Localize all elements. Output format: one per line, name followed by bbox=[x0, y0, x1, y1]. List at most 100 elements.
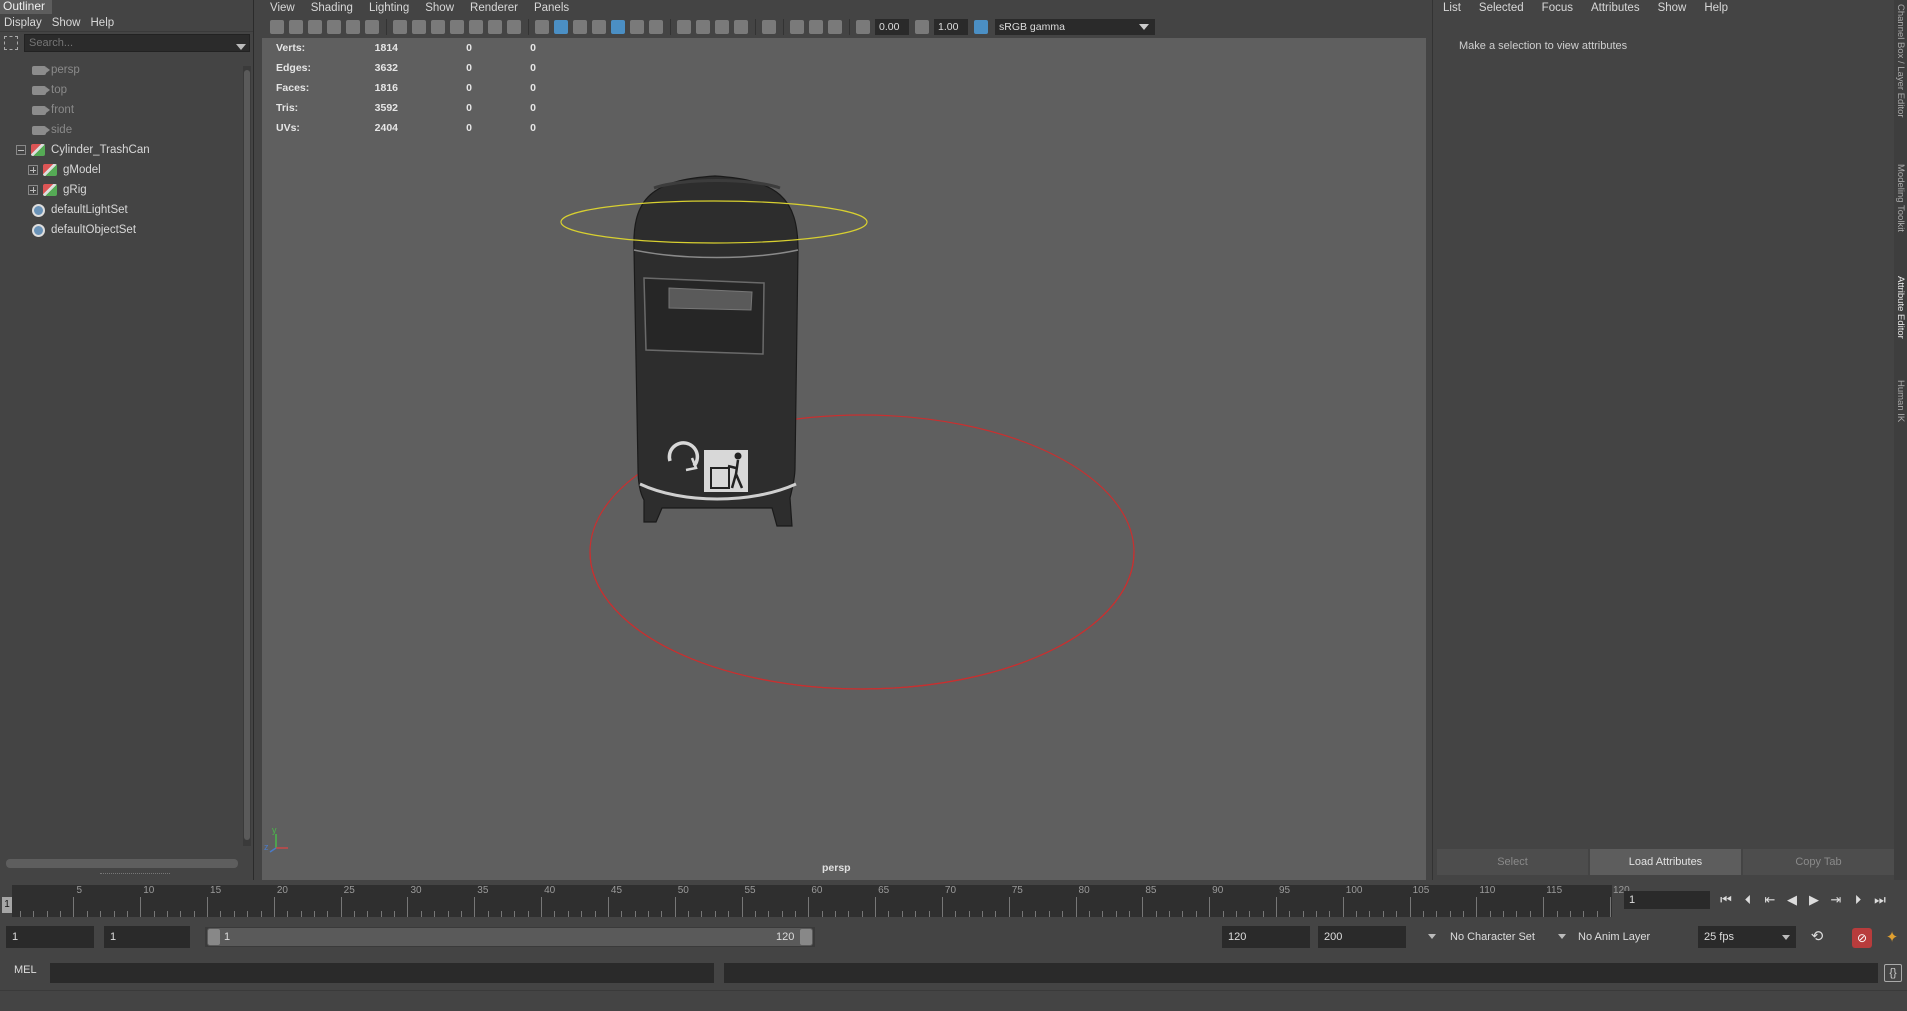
range-slider-fill[interactable] bbox=[207, 928, 813, 946]
step-back-frame-icon[interactable]: ⏴ bbox=[1740, 891, 1756, 909]
viewport-menu-shading[interactable]: Shading bbox=[303, 2, 361, 14]
ambient-occlusion-icon[interactable] bbox=[677, 20, 691, 34]
step-forward-frame-icon[interactable]: ⏵ bbox=[1850, 891, 1866, 909]
expand-icon[interactable] bbox=[28, 165, 38, 175]
outliner-search-input[interactable] bbox=[24, 34, 250, 52]
color-management-icon[interactable] bbox=[974, 20, 988, 34]
range-start-handle[interactable] bbox=[208, 929, 220, 945]
default-material-icon[interactable] bbox=[573, 20, 587, 34]
outliner-horizontal-scrollbar[interactable] bbox=[6, 859, 238, 868]
outliner-item-grig[interactable]: gRig bbox=[0, 180, 248, 200]
ae-menu-help[interactable]: Help bbox=[1694, 2, 1736, 14]
current-frame-marker[interactable]: 1 bbox=[2, 897, 12, 913]
playback-start-field[interactable]: 1 bbox=[104, 926, 190, 948]
viewport-menu-renderer[interactable]: Renderer bbox=[462, 2, 526, 14]
copy-tab-button[interactable]: Copy Tab bbox=[1743, 849, 1894, 875]
anim-layer-dropdown[interactable]: No Anim Layer bbox=[1572, 926, 1682, 948]
step-back-key-icon[interactable]: ⇤ bbox=[1762, 891, 1778, 909]
xray-icon[interactable] bbox=[790, 20, 804, 34]
tab-modeling-toolkit[interactable]: Modeling Toolkit bbox=[1894, 164, 1907, 232]
step-forward-key-icon[interactable]: ⇥ bbox=[1828, 891, 1844, 909]
image-plane-icon[interactable] bbox=[327, 20, 341, 34]
wireframe-on-shaded-icon[interactable] bbox=[592, 20, 606, 34]
mel-toggle-label[interactable]: MEL bbox=[14, 964, 37, 976]
viewport-menu-view[interactable]: View bbox=[262, 2, 303, 14]
outliner-item-top[interactable]: top bbox=[0, 80, 248, 100]
go-to-start-icon[interactable]: ⏮ bbox=[1718, 891, 1734, 909]
motion-blur-icon[interactable] bbox=[696, 20, 710, 34]
outliner-vertical-scroll-thumb[interactable] bbox=[244, 70, 250, 840]
safe-action-icon[interactable] bbox=[488, 20, 502, 34]
xray-active-components-icon[interactable] bbox=[809, 20, 823, 34]
filter-icon[interactable] bbox=[4, 36, 18, 50]
collapse-icon[interactable] bbox=[16, 145, 26, 155]
chevron-down-icon[interactable] bbox=[1428, 934, 1436, 939]
outliner-title[interactable]: Outliner bbox=[0, 0, 52, 14]
search-dropdown-icon[interactable] bbox=[236, 44, 246, 50]
exposure-icon[interactable] bbox=[856, 20, 870, 34]
outliner-menu-help[interactable]: Help bbox=[87, 17, 121, 29]
viewport-menu-lighting[interactable]: Lighting bbox=[361, 2, 417, 14]
gamma-icon[interactable] bbox=[915, 20, 929, 34]
outliner-item-gmodel[interactable]: gModel bbox=[0, 160, 248, 180]
ae-menu-show[interactable]: Show bbox=[1648, 2, 1695, 14]
bookmark-icon[interactable] bbox=[308, 20, 322, 34]
resolution-gate-icon[interactable] bbox=[431, 20, 445, 34]
gamma-field[interactable]: 1.00 bbox=[934, 19, 968, 35]
viewport-menu-panels[interactable]: Panels bbox=[526, 2, 577, 14]
ae-menu-focus[interactable]: Focus bbox=[1532, 2, 1581, 14]
play-backwards-icon[interactable]: ◀ bbox=[1784, 891, 1800, 909]
select-camera-icon[interactable] bbox=[270, 20, 284, 34]
outliner-item-side[interactable]: side bbox=[0, 120, 248, 140]
grease-pencil-icon[interactable] bbox=[365, 20, 379, 34]
exposure-field[interactable]: 0.00 bbox=[875, 19, 909, 35]
chevron-down-icon[interactable] bbox=[1558, 934, 1566, 939]
playback-end-field[interactable]: 120 bbox=[1222, 926, 1310, 948]
mel-command-input[interactable] bbox=[50, 963, 714, 983]
textured-icon[interactable] bbox=[611, 20, 625, 34]
field-chart-icon[interactable] bbox=[469, 20, 483, 34]
outliner-item-persp[interactable]: persp bbox=[0, 60, 248, 80]
ae-menu-selected[interactable]: Selected bbox=[1469, 2, 1532, 14]
current-frame-field[interactable]: 1 bbox=[1624, 891, 1710, 909]
xray-joints-icon[interactable] bbox=[828, 20, 842, 34]
tab-attribute-editor[interactable]: Attribute Editor bbox=[1894, 276, 1907, 339]
tab-human-ik[interactable]: Human IK bbox=[1894, 380, 1907, 422]
color-space-dropdown[interactable]: sRGB gamma bbox=[995, 19, 1155, 35]
time-ruler[interactable]: 5 10 15 20 25 30 35 40 45 50 55 60 65 70 75 80 85 90 95 100… bbox=[12, 885, 1630, 917]
wireframe-icon[interactable] bbox=[535, 20, 549, 34]
load-attributes-button[interactable]: Load Attributes bbox=[1590, 849, 1741, 875]
ae-menu-list[interactable]: List bbox=[1433, 2, 1469, 14]
loop-icon[interactable]: ⟲ bbox=[1808, 928, 1826, 946]
tab-channel-box[interactable]: Channel Box / Layer Editor bbox=[1894, 4, 1907, 118]
grid-icon[interactable] bbox=[393, 20, 407, 34]
anti-aliasing-icon[interactable] bbox=[715, 20, 729, 34]
outliner-item-cylinder-trashcan[interactable]: Cylinder_TrashCan bbox=[0, 140, 248, 160]
script-editor-icon[interactable]: {} bbox=[1884, 964, 1902, 982]
viewport-menu-show[interactable]: Show bbox=[417, 2, 462, 14]
animation-preferences-icon[interactable]: ✦ bbox=[1882, 928, 1902, 948]
character-set-dropdown[interactable]: No Character Set bbox=[1444, 926, 1564, 948]
outliner-item-defaultobjectset[interactable]: defaultObjectSet bbox=[0, 220, 248, 240]
auto-key-icon[interactable]: ⊘ bbox=[1852, 928, 1872, 948]
two-d-pan-zoom-icon[interactable] bbox=[346, 20, 360, 34]
shadows-icon[interactable] bbox=[649, 20, 663, 34]
depth-of-field-icon[interactable] bbox=[734, 20, 748, 34]
play-forwards-icon[interactable]: ▶ bbox=[1806, 891, 1822, 909]
use-all-lights-icon[interactable] bbox=[630, 20, 644, 34]
select-button[interactable]: Select bbox=[1437, 849, 1588, 875]
range-end-handle[interactable] bbox=[800, 929, 812, 945]
panel-resize-grip[interactable] bbox=[100, 873, 170, 876]
isolate-select-icon[interactable] bbox=[762, 20, 776, 34]
outliner-item-front[interactable]: front bbox=[0, 100, 248, 120]
outliner-item-defaultlightset[interactable]: defaultLightSet bbox=[0, 200, 248, 220]
safe-title-icon[interactable] bbox=[507, 20, 521, 34]
viewport-3d[interactable]: y z Verts: 1814 0 0 Edges: 3632 0 0 Face… bbox=[262, 38, 1426, 880]
outliner-menu-display[interactable]: Display bbox=[0, 17, 48, 29]
animation-start-field[interactable]: 1 bbox=[6, 926, 94, 948]
smooth-shade-icon[interactable] bbox=[554, 20, 568, 34]
film-gate-icon[interactable] bbox=[412, 20, 426, 34]
time-slider[interactable]: 5 10 15 20 25 30 35 40 45 50 55 60 65 70 75 80 85 90 95 100… bbox=[0, 883, 1907, 919]
fps-dropdown[interactable]: 25 fps bbox=[1698, 926, 1796, 948]
ae-menu-attributes[interactable]: Attributes bbox=[1581, 2, 1648, 14]
